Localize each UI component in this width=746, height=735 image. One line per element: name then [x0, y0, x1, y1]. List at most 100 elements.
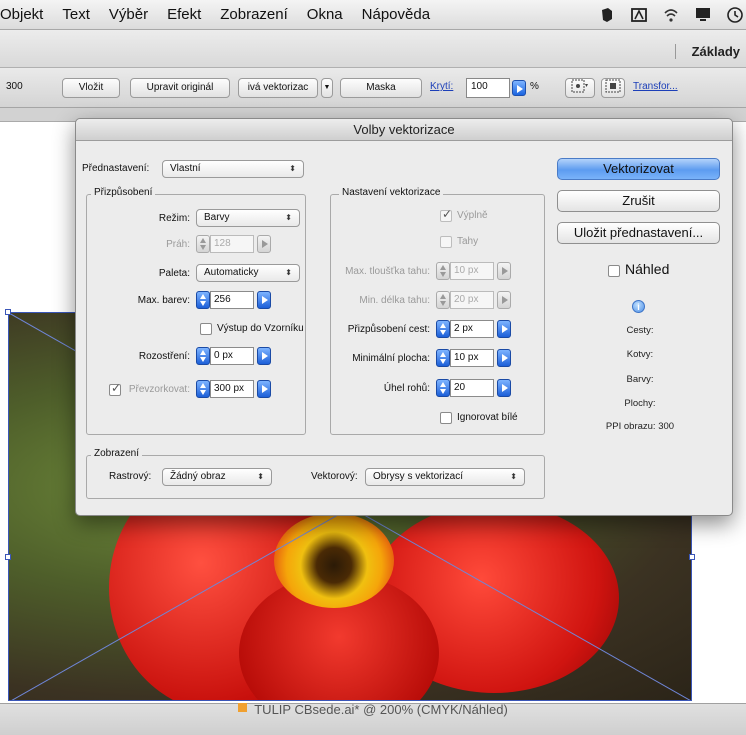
- mask-button[interactable]: Maska: [340, 78, 422, 98]
- resample-input[interactable]: 300 px: [210, 380, 254, 398]
- wifi-icon[interactable]: [660, 5, 682, 25]
- output-swatches-label: Výstup do Vzorníku: [217, 323, 304, 334]
- min-stroke-stepper[interactable]: 20 px: [436, 291, 511, 309]
- selection-handle-top-left[interactable]: [5, 309, 11, 315]
- path-fitting-stepper[interactable]: 2 px: [436, 320, 511, 338]
- resample-stepper[interactable]: 300 px: [196, 380, 271, 398]
- blur-spin-button[interactable]: [196, 347, 210, 365]
- image-trace-button[interactable]: ivá vektorizac: [238, 78, 318, 98]
- menu-bar: Objekt Text Výběr Efekt Zobrazení Okna N…: [0, 0, 746, 30]
- chevron-updown-icon: ⬍: [285, 213, 292, 222]
- paths-stat: Cesty:: [626, 325, 654, 336]
- max-stroke-slider-button[interactable]: [497, 262, 511, 280]
- chevron-updown-icon: ⬍: [257, 472, 264, 481]
- blur-slider-button[interactable]: [257, 347, 271, 365]
- palette-dropdown[interactable]: Automaticky ⬍: [196, 264, 300, 282]
- threshold-input[interactable]: 128: [210, 235, 254, 253]
- threshold-spin-button[interactable]: [196, 235, 210, 253]
- vector-view-dropdown[interactable]: Obrysy s vektorizací ⬍: [365, 468, 525, 486]
- trace-preset-dropdown[interactable]: ▼: [321, 78, 333, 98]
- evernote-icon[interactable]: [596, 5, 618, 25]
- vector-label: Vektorový:: [311, 471, 358, 482]
- corner-angle-stepper[interactable]: 20: [436, 379, 511, 397]
- resample-spin-button[interactable]: [196, 380, 210, 398]
- palette-label: Paleta:: [158, 268, 190, 279]
- menu-objekt[interactable]: Objekt: [0, 6, 43, 23]
- resample-slider-button[interactable]: [257, 380, 271, 398]
- trace-button[interactable]: Vektorizovat: [557, 158, 720, 180]
- min-stroke-input[interactable]: 20 px: [450, 291, 494, 309]
- chevron-updown-icon: ⬍: [510, 472, 517, 481]
- opacity-label[interactable]: Krytí:: [430, 81, 453, 92]
- control-value: 300: [6, 81, 23, 92]
- strokes-label: Tahy: [457, 236, 479, 247]
- max-stroke-input[interactable]: 10 px: [450, 262, 494, 280]
- path-fitting-slider-button[interactable]: [497, 320, 511, 338]
- threshold-stepper[interactable]: 128: [196, 235, 271, 253]
- path-fitting-input[interactable]: 2 px: [450, 320, 494, 338]
- transform-link[interactable]: Transfor...: [633, 81, 678, 92]
- view-title: Zobrazení: [91, 448, 143, 459]
- tracing-options-dialog: Volby vektorizace Přednastavení: Vlastní…: [75, 118, 733, 516]
- selection-handle-mid-right[interactable]: [689, 554, 695, 560]
- fills-checkbox[interactable]: [440, 207, 452, 222]
- max-colors-input[interactable]: 256: [210, 291, 254, 309]
- application-bar: Základy: [0, 30, 746, 68]
- corner-angle-slider-button[interactable]: [497, 379, 511, 397]
- max-colors-stepper[interactable]: 256: [196, 291, 271, 309]
- menu-napoveda[interactable]: Nápověda: [362, 6, 430, 23]
- output-swatches-checkbox[interactable]: [200, 323, 212, 335]
- control-bar: 300 Vložit Upravit originál ivá vektoriz…: [0, 68, 746, 108]
- menu-zobrazeni[interactable]: Zobrazení: [220, 6, 288, 23]
- dialog-title: Volby vektorizace: [76, 119, 732, 141]
- path-fitting-spin-button[interactable]: [436, 320, 450, 338]
- max-colors-spin-button[interactable]: [196, 291, 210, 309]
- time-machine-icon[interactable]: [724, 5, 746, 25]
- menu-okna[interactable]: Okna: [307, 6, 343, 23]
- percent-sign: %: [530, 81, 539, 92]
- preview-checkbox[interactable]: [608, 265, 620, 277]
- blur-stepper[interactable]: 0 px: [196, 347, 271, 365]
- edit-original-button[interactable]: Upravit originál: [130, 78, 230, 98]
- save-preset-button[interactable]: Uložit přednastavení...: [557, 222, 720, 244]
- strokes-checkbox[interactable]: [440, 236, 452, 248]
- selection-handle-mid-left[interactable]: [5, 554, 11, 560]
- display-icon[interactable]: [692, 5, 714, 25]
- ignore-white-checkbox[interactable]: [440, 412, 452, 424]
- workspace-switcher[interactable]: Základy: [674, 44, 740, 59]
- max-stroke-spin-button[interactable]: [436, 262, 450, 280]
- mode-dropdown[interactable]: Barvy ⬍: [196, 209, 300, 227]
- blur-label: Rozostření:: [138, 351, 190, 362]
- opacity-arrow-button[interactable]: [512, 80, 526, 96]
- corner-angle-input[interactable]: 20: [450, 379, 494, 397]
- min-stroke-spin-button[interactable]: [436, 291, 450, 309]
- min-area-stepper[interactable]: 10 px: [436, 349, 511, 367]
- blur-input[interactable]: 0 px: [210, 347, 254, 365]
- raster-view-dropdown[interactable]: Žádný obraz ⬍: [162, 468, 272, 486]
- menu-text[interactable]: Text: [62, 6, 90, 23]
- menu-vyber[interactable]: Výběr: [109, 6, 148, 23]
- colors-stat: Barvy:: [626, 374, 654, 385]
- preset-dropdown[interactable]: Vlastní ⬍: [162, 160, 304, 178]
- ignore-white-label: Ignorovat bílé: [457, 412, 518, 423]
- isolate-button[interactable]: [601, 78, 625, 98]
- reference-point-button[interactable]: [565, 78, 595, 98]
- threshold-label: Práh:: [166, 239, 190, 250]
- chevron-updown-icon: ⬍: [289, 164, 296, 173]
- menu-efekt[interactable]: Efekt: [167, 6, 201, 23]
- min-area-slider-button[interactable]: [497, 349, 511, 367]
- min-stroke-label: Min. délka tahu:: [359, 295, 430, 306]
- cancel-button[interactable]: Zrušit: [557, 190, 720, 212]
- min-area-input[interactable]: 10 px: [450, 349, 494, 367]
- opacity-input[interactable]: 100: [466, 78, 510, 98]
- min-stroke-slider-button[interactable]: [497, 291, 511, 309]
- embed-button[interactable]: Vložit: [62, 78, 120, 98]
- min-area-spin-button[interactable]: [436, 349, 450, 367]
- corner-angle-spin-button[interactable]: [436, 379, 450, 397]
- max-colors-slider-button[interactable]: [257, 291, 271, 309]
- max-stroke-stepper[interactable]: 10 px: [436, 262, 511, 280]
- palette-value: Automaticky: [204, 267, 259, 278]
- threshold-slider-button[interactable]: [257, 235, 271, 253]
- adobe-icon[interactable]: [628, 5, 650, 25]
- max-colors-label: Max. barev:: [137, 295, 190, 306]
